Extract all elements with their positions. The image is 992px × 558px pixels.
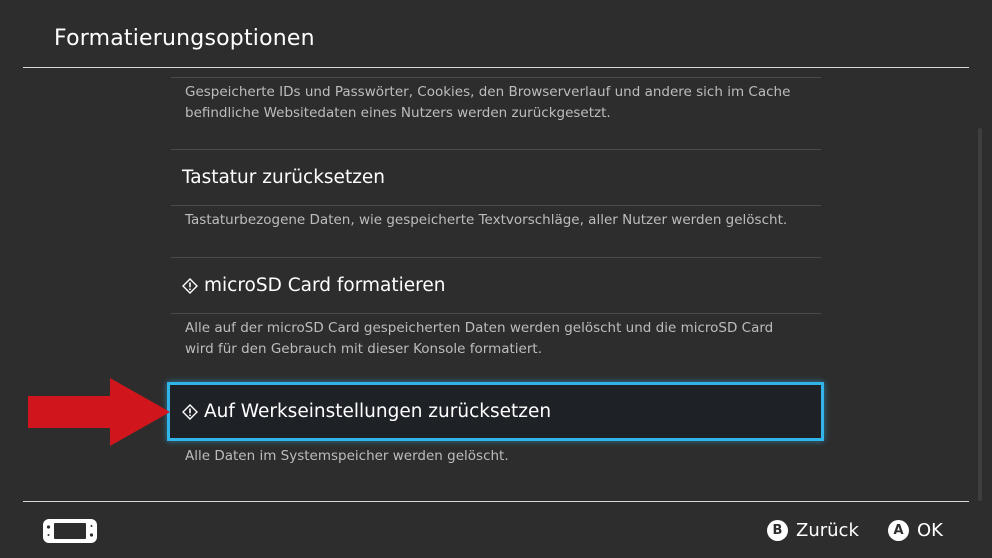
item-description: Alle auf der microSD Card gespeicherten … [185, 320, 774, 357]
b-button-icon: B [767, 519, 788, 541]
footer-divider [23, 501, 969, 502]
annotation-arrow-icon [28, 378, 170, 446]
list-item-label: Tastatur zurücksetzen [182, 167, 386, 188]
back-button[interactable]: B Zurück [767, 518, 859, 542]
list-item-werkseinstellungen-zuruecksetzen[interactable]: Auf Werkseinstellungen zurücksetzen [167, 382, 824, 441]
list-separator [171, 77, 821, 78]
warning-diamond-icon [182, 277, 198, 294]
ok-button[interactable]: A OK [888, 518, 943, 542]
item-description: Gespeicherte IDs und Passwörter, Cookies… [185, 84, 791, 121]
item-description: Tastaturbezogene Daten, wie gespeicherte… [185, 212, 788, 228]
warning-diamond-icon [182, 403, 198, 420]
item-description: Alle Daten im Systemspeicher werden gelö… [185, 448, 509, 464]
list-separator [171, 313, 821, 314]
list-item-label: microSD Card formatieren [204, 275, 446, 296]
ok-label: OK [917, 519, 943, 541]
back-label: Zurück [796, 519, 859, 541]
page-title: Formatierungsoptionen [54, 26, 315, 51]
a-button-icon: A [888, 519, 909, 541]
list-item-microsd-formatieren[interactable]: microSD Card formatieren [171, 258, 821, 313]
console-icon [43, 519, 97, 543]
list-item-tastatur-zuruecksetzen[interactable]: Tastatur zurücksetzen [171, 150, 821, 205]
list-item-label: Auf Werkseinstellungen zurücksetzen [204, 401, 552, 422]
list-separator [171, 205, 821, 206]
scrollbar[interactable] [978, 128, 982, 501]
